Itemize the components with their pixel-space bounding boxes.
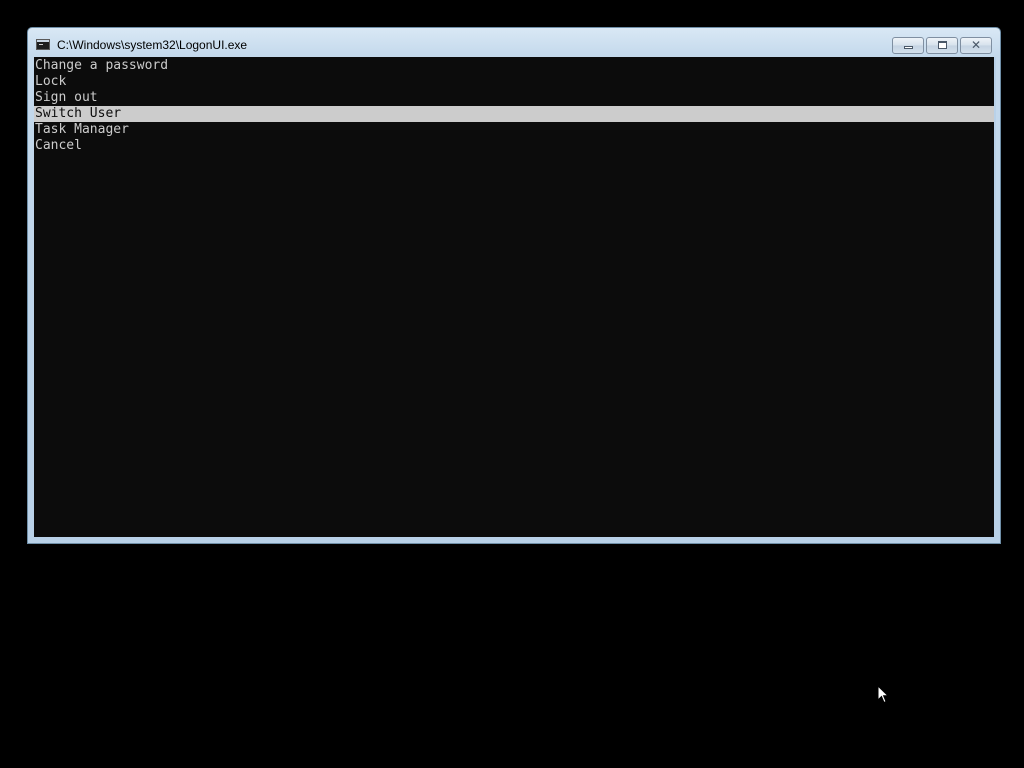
console-window: C:\Windows\system32\LogonUI.exe ✕ Change… xyxy=(27,27,1001,544)
minimize-button[interactable] xyxy=(892,37,924,54)
console-scrollbar[interactable] xyxy=(994,57,996,537)
console-app-icon xyxy=(36,39,50,50)
menu-item-change-password[interactable]: Change a password xyxy=(34,58,994,74)
title-bar[interactable]: C:\Windows\system32\LogonUI.exe ✕ xyxy=(28,28,1000,57)
menu-item-cancel[interactable]: Cancel xyxy=(34,138,994,154)
menu-item-switch-user[interactable]: Switch User xyxy=(34,106,994,122)
menu-item-task-manager[interactable]: Task Manager xyxy=(34,122,994,138)
maximize-icon xyxy=(938,41,947,49)
menu-item-sign-out[interactable]: Sign out xyxy=(34,90,994,106)
close-icon: ✕ xyxy=(970,38,982,52)
maximize-button[interactable] xyxy=(926,37,958,54)
close-button[interactable]: ✕ xyxy=(960,37,992,54)
security-options-menu: Change a password Lock Sign out Switch U… xyxy=(34,58,994,154)
console-area: Change a password Lock Sign out Switch U… xyxy=(34,57,994,537)
window-title: C:\Windows\system32\LogonUI.exe xyxy=(57,38,248,52)
minimize-icon xyxy=(904,46,913,49)
menu-item-lock[interactable]: Lock xyxy=(34,74,994,90)
mouse-pointer-icon xyxy=(877,685,889,704)
desktop: C:\Windows\system32\LogonUI.exe ✕ Change… xyxy=(0,0,1024,768)
